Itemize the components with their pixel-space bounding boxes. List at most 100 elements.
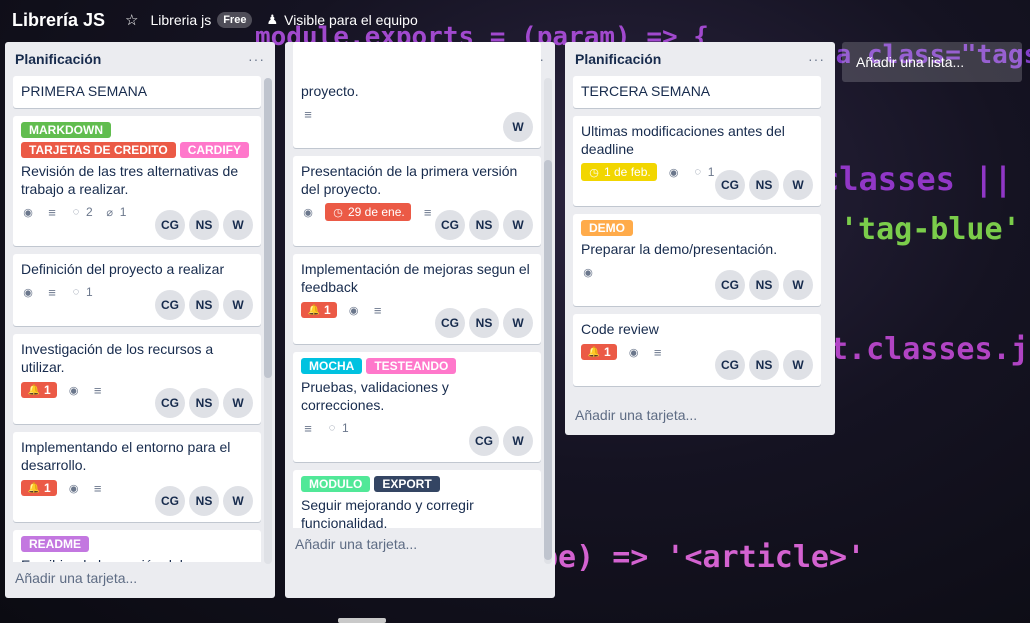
more-icon[interactable]: ···	[248, 51, 265, 67]
card-footer: ◉ ◷ 29 de ene. ≡ CG NS W	[301, 202, 533, 240]
card-footer: 🔔 1 ◉ ≡ CG NS W	[21, 478, 253, 516]
avatar[interactable]: W	[503, 112, 533, 142]
avatar[interactable]: W	[783, 170, 813, 200]
due-date: 1 de feb.	[604, 165, 651, 179]
avatar[interactable]: W	[223, 388, 253, 418]
add-card-button[interactable]: Añadir una tarjeta...	[565, 399, 835, 435]
card-list: TERCERA SEMANA Ultimas modificaciones ant…	[565, 76, 835, 399]
card-labels: MARKDOWN TARJETAS DE CREDITO CARDIFY	[21, 122, 253, 158]
card-footer: ≡ W	[301, 104, 533, 142]
team-visibility-icon: ♟	[266, 12, 279, 27]
card-labels: MOCHA TESTEANDO	[301, 358, 533, 374]
card-label: EXPORT	[374, 476, 440, 492]
card-title: Code review	[581, 321, 659, 337]
card[interactable]: MARKDOWN TARJETAS DE CREDITO CARDIFY Revisi…	[13, 116, 261, 246]
card-footer: ◉ ≡ ◌ 1 CG NS W	[21, 282, 253, 320]
card[interactable]: proyecto. ≡ W	[293, 42, 541, 148]
list-3: Planificación ··· TERCERA SEMANA Ultimas mo…	[565, 42, 835, 435]
add-card-button[interactable]: Añadir una tarjeta...	[285, 528, 555, 564]
bell-icon: 🔔	[27, 384, 41, 396]
due-date: 29 de ene.	[348, 205, 405, 219]
comments-badge: ◌ 1	[691, 165, 714, 179]
avatar[interactable]: W	[783, 270, 813, 300]
bell-icon: 🔔	[587, 346, 601, 358]
list-title[interactable]: Planificación	[575, 51, 661, 67]
card-label: MODULO	[301, 476, 371, 492]
avatar[interactable]: W	[783, 350, 813, 380]
card[interactable]: DEMO Preparar la demo/presentación. ◉ CG NS W	[573, 214, 821, 306]
avatar[interactable]: NS	[189, 486, 219, 516]
watch-icon: ◉	[23, 206, 33, 219]
avatar[interactable]: NS	[749, 350, 779, 380]
avatar[interactable]: W	[223, 486, 253, 516]
add-list-button[interactable]: Añadir una lista...	[842, 42, 1022, 82]
list-header: Planificación ···	[565, 42, 835, 76]
avatar[interactable]: CG	[715, 270, 745, 300]
add-card-button[interactable]: Añadir una tarjeta...	[5, 562, 275, 598]
avatar[interactable]: NS	[749, 270, 779, 300]
card-label: TESTEANDO	[366, 358, 457, 374]
bell-icon: 🔔	[307, 304, 321, 316]
avatar[interactable]: CG	[155, 388, 185, 418]
avatar[interactable]: CG	[715, 170, 745, 200]
card-title: Seguir mejorando y corregir funcionalida…	[301, 497, 474, 528]
avatar[interactable]: NS	[189, 290, 219, 320]
avatar[interactable]: CG	[155, 486, 185, 516]
avatar[interactable]: W	[223, 290, 253, 320]
card-title: Pruebas, validaciones y correcciones.	[301, 379, 449, 413]
card-label: CARDIFY	[179, 142, 250, 158]
comment-icon: ◌	[72, 206, 80, 218]
card-title: Preparar la demo/presentación.	[581, 241, 778, 257]
card[interactable]: Investigación de los recursos a utilizar…	[13, 334, 261, 424]
board-header: Librería JS ☆ Libreria js Free ♟ Visible…	[0, 0, 1030, 40]
avatar[interactable]: W	[503, 308, 533, 338]
avatar[interactable]: CG	[155, 210, 185, 240]
horizontal-scrollbar[interactable]	[338, 618, 386, 623]
card-title: Presentación de la primera versión del p…	[301, 163, 518, 197]
card-footer: ≡ ◌ 1 CG W	[301, 418, 533, 456]
card[interactable]: Code review 🔔 1 ◉ ≡ CG NS W	[573, 314, 821, 386]
more-icon[interactable]: ···	[808, 51, 825, 67]
avatar[interactable]: W	[503, 426, 533, 456]
list-title[interactable]: Planificación	[15, 51, 101, 67]
card-label: TARJETAS DE CREDITO	[21, 142, 176, 158]
star-icon[interactable]: ☆	[125, 11, 138, 29]
card[interactable]: README Escribiendo la sección del	[13, 530, 261, 562]
avatar[interactable]: CG	[469, 426, 499, 456]
avatar[interactable]: CG	[435, 308, 465, 338]
avatar[interactable]: W	[503, 210, 533, 240]
avatar[interactable]: CG	[155, 290, 185, 320]
card[interactable]: Definición del proyecto a realizar ◉ ≡ ◌ 1 CG…	[13, 254, 261, 326]
comments-badge: ◌ 1	[325, 421, 349, 435]
avatar[interactable]: CG	[435, 210, 465, 240]
card[interactable]: PRIMERA SEMANA	[13, 76, 261, 108]
avatar[interactable]: W	[223, 210, 253, 240]
avatar[interactable]: NS	[189, 210, 219, 240]
avatar[interactable]: NS	[749, 170, 779, 200]
card[interactable]: MODULO EXPORT Seguir mejorando y corregir …	[293, 470, 541, 528]
avatar[interactable]: NS	[469, 210, 499, 240]
card-label: DEMO	[581, 220, 633, 236]
card[interactable]: Ultimas modificaciones antes del deadlin…	[573, 116, 821, 206]
avatar[interactable]: NS	[189, 388, 219, 418]
card[interactable]: Implementando el entorno para el desarro…	[13, 432, 261, 522]
avatar[interactable]: CG	[715, 350, 745, 380]
scrollbar-thumb[interactable]	[544, 160, 552, 560]
card[interactable]: TERCERA SEMANA	[573, 76, 821, 108]
scrollbar-thumb[interactable]	[264, 78, 272, 378]
board-title[interactable]: Librería JS	[12, 10, 105, 31]
visibility-button[interactable]: ♟ Visible para el equipo	[266, 12, 417, 28]
team-button[interactable]: Libreria js Free	[151, 12, 253, 28]
avatar[interactable]: NS	[469, 308, 499, 338]
description-icon: ≡	[423, 204, 432, 220]
card-labels: README	[21, 536, 253, 552]
alert-badge: 🔔 1	[21, 480, 57, 496]
description-icon: ≡	[48, 284, 56, 300]
watch-icon: ◉	[68, 482, 79, 495]
card[interactable]: Presentación de la primera versión del p…	[293, 156, 541, 246]
card-footer: 🔔 1 ◉ ≡ CG NS W	[21, 380, 253, 418]
bg-code-line: t.classes.jo	[830, 332, 1030, 367]
attachments-badge: ⌀ 1	[103, 205, 126, 219]
card[interactable]: MOCHA TESTEANDO Pruebas, validaciones y co…	[293, 352, 541, 462]
card[interactable]: Implementación de mejoras segun el feedb…	[293, 254, 541, 344]
